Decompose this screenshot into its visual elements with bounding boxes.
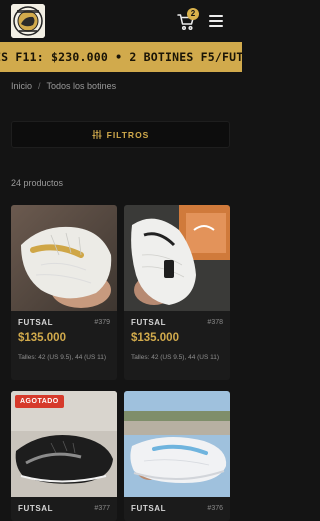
promo-ticker: ES F11: $230.000 • 2 BOTINES F5/FUTSAL: …: [0, 42, 242, 72]
site-header: 2: [0, 0, 242, 42]
breadcrumb-separator: /: [38, 81, 41, 91]
product-image[interactable]: [124, 205, 230, 311]
product-sizes: Talles: 42 (US 9.5), 44 (US 11): [131, 354, 220, 361]
product-category: FUTSAL: [131, 504, 167, 513]
breadcrumb-home-link[interactable]: Inicio: [11, 81, 32, 91]
hamburger-menu-icon[interactable]: [209, 15, 223, 27]
product-card[interactable]: FUTSAL #378 $135.000 Talles: 42 (US 9.5)…: [124, 205, 230, 380]
filters-button[interactable]: FILTROS: [11, 121, 230, 148]
product-category: FUTSAL: [131, 318, 167, 327]
sliders-icon: [91, 126, 102, 144]
product-count: 24 productos: [11, 178, 64, 188]
product-code: #377: [94, 505, 110, 512]
product-price: $135.000: [131, 332, 179, 344]
product-category: FUTSAL: [18, 318, 54, 327]
product-image[interactable]: [11, 205, 117, 311]
product-code: #376: [207, 505, 223, 512]
product-card[interactable]: FUTSAL #376: [124, 391, 230, 521]
filters-label: FILTROS: [106, 129, 150, 140]
product-code: #378: [207, 319, 223, 326]
breadcrumb: Inicio / Todos los botines: [11, 81, 116, 91]
product-card[interactable]: FUTSAL #379 $135.000 Talles: 42 (US 9.5)…: [11, 205, 117, 380]
breadcrumb-current: Todos los botines: [46, 81, 117, 91]
product-code: #379: [94, 319, 110, 326]
product-image[interactable]: [124, 391, 230, 497]
brand-logo-icon[interactable]: [11, 4, 45, 38]
product-price: $135.000: [18, 332, 66, 344]
promo-ticker-text: ES F11: $230.000 • 2 BOTINES F5/FUTSAL: …: [0, 50, 242, 64]
product-card[interactable]: AGOTADO FUTSAL #377: [11, 391, 117, 521]
product-category: FUTSAL: [18, 504, 54, 513]
product-sizes: Talles: 42 (US 9.5), 44 (US 11): [18, 354, 107, 361]
sold-out-badge: AGOTADO: [15, 395, 64, 408]
cart-count-badge: 2: [187, 8, 199, 20]
